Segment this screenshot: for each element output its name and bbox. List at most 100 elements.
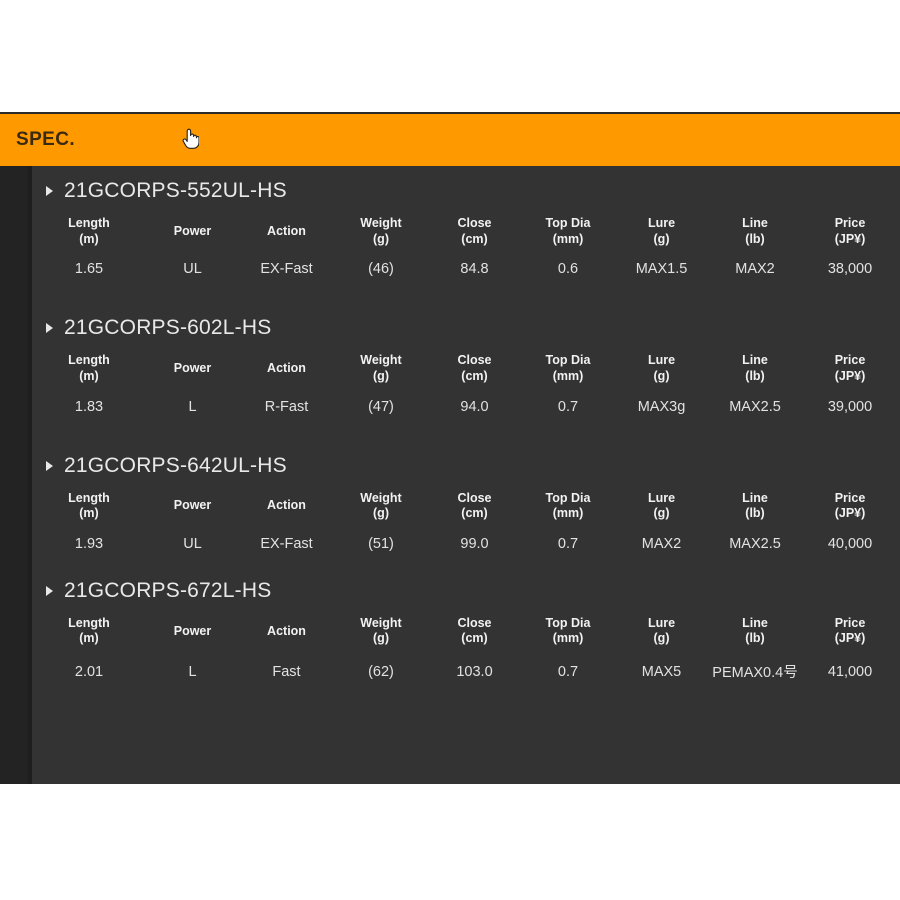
spec-value-cell: EX-Fast [260,261,313,278]
spec-panel: 21GCORPS-552UL-HS Length (m) Power Action Wei… [0,166,900,784]
column-header-unit: (JP¥) [834,631,866,646]
column-header: Lure (g) [615,610,708,651]
spec-value-cell: MAX1.5 [635,261,688,278]
spec-value-cell: MAX5 [641,663,682,680]
column-header-label: Weight [360,615,402,630]
column-header-label: Lure [647,216,676,230]
column-header: Price (JP¥) [802,347,898,388]
column-header: Power [146,610,239,651]
spec-value-cell: MAX2.5 [729,535,781,552]
column-header-unit: (m) [79,631,99,646]
column-header: Lure (g) [615,485,708,526]
column-header: Action [239,610,334,651]
product-spec-group: 21GCORPS-672L-HS Length (m) Power Action Weig… [32,572,900,688]
spec-value-cell: 94.0 [460,398,489,415]
column-header-unit: (g) [373,631,389,646]
product-toggle-row[interactable]: 21GCORPS-602L-HS [32,309,900,347]
column-header-label: Length [68,615,110,630]
spec-value-cell: EX-Fast [260,535,313,552]
column-header-label: Action [267,361,306,376]
column-header: Close (cm) [428,210,521,251]
column-header-unit: (cm) [461,368,488,383]
spec-value-cell: MAX2.5 [729,398,781,415]
spec-value-cell: L [188,398,197,415]
column-header: Power [146,347,239,388]
spec-value-cell: (51) [368,535,394,552]
table-row: 2.01 L Fast (62) 103.0 0.7 MAX5 PEMAX0.4号 41,000 [32,651,898,688]
product-model-name[interactable]: 21GCORPS-672L-HS [64,579,271,603]
column-header-unit: (m) [79,368,99,383]
page-bottom-whitespace [0,784,900,900]
spec-page: SPEC. 21GCORPS-552UL-HS Length (m) Power Act… [0,0,900,900]
column-header: Length (m) [32,610,146,651]
column-header-unit: (JP¥) [834,368,866,383]
column-header-label: Weight [360,490,402,505]
product-toggle-row[interactable]: 21GCORPS-552UL-HS [32,172,900,210]
column-header-label: Line [742,216,768,230]
column-header-label: Action [267,623,306,638]
column-header: Weight (g) [334,347,428,388]
column-header-label: Top Dia [545,353,591,368]
column-header-unit: (g) [373,506,389,521]
column-header-unit: (mm) [552,631,584,646]
column-header-label: Power [173,223,212,238]
column-header-label: Lure [647,615,676,630]
spec-value-cell: 1.93 [74,535,104,552]
column-header-label: Price [834,353,866,368]
product-toggle-row[interactable]: 21GCORPS-642UL-HS [32,447,900,485]
product-model-name[interactable]: 21GCORPS-552UL-HS [64,179,287,203]
spec-value-cell: 2.01 [74,663,104,680]
column-header-unit: (cm) [461,631,488,646]
spec-value-cell: 0.7 [557,398,579,415]
spec-value-cell: 99.0 [460,535,489,552]
product-toggle-row[interactable]: 21GCORPS-672L-HS [32,572,900,610]
column-header: Close (cm) [428,485,521,526]
page-top-whitespace [0,0,900,112]
column-header-label: Lure [647,490,676,505]
triangle-right-icon[interactable] [46,323,53,334]
column-header: Power [146,485,239,526]
spec-value-cell: UL [183,535,202,552]
column-header-unit: (g) [373,231,389,246]
column-header: Line (lb) [708,347,802,388]
column-header-unit: (mm) [552,231,584,246]
spec-value-cell: 1.83 [74,398,104,415]
spec-value-cell: 41,000 [827,663,873,680]
table-row: 1.83 L R-Fast (47) 94.0 0.7 MAX3g MAX2.5 39,000 [32,389,898,421]
column-header: Line (lb) [708,485,802,526]
column-header-label: Weight [360,216,402,230]
table-header-row: Length (m) Power Action Weight (g) Close (cm) To… [32,610,898,651]
column-header-label: Power [173,361,212,376]
column-header-label: Length [68,353,110,368]
column-header: Top Dia (mm) [521,485,615,526]
column-header: Top Dia (mm) [521,610,615,651]
column-header-label: Line [742,353,768,368]
spec-value-cell: 0.7 [557,663,579,680]
triangle-right-icon[interactable] [46,460,53,471]
column-header: Length (m) [32,485,146,526]
column-header-label: Action [267,223,306,238]
spec-value-cell: MAX2 [641,535,682,552]
triangle-right-icon[interactable] [46,585,53,596]
product-spec-list: 21GCORPS-552UL-HS Length (m) Power Action Wei… [32,166,900,784]
spec-value-cell: MAX3g [637,398,686,415]
spec-table: Length (m) Power Action Weight (g) Close (cm) To… [32,347,898,420]
column-header-unit: (g) [653,506,670,521]
column-header-label: Price [834,490,866,505]
column-header: Action [239,210,334,251]
column-header: Length (m) [32,347,146,388]
product-spec-group: 21GCORPS-552UL-HS Length (m) Power Action Wei… [32,172,900,283]
table-row: 1.93 UL EX-Fast (51) 99.0 0.7 MAX2 MAX2.5 40,000 [32,526,898,558]
product-model-name[interactable]: 21GCORPS-602L-HS [64,316,271,340]
product-model-name[interactable]: 21GCORPS-642UL-HS [64,454,287,478]
triangle-right-icon[interactable] [46,186,53,196]
spec-value-cell: (46) [368,261,394,278]
product-spec-group: 21GCORPS-602L-HS Length (m) Power Action Weig… [32,309,900,420]
column-header: Power [146,210,239,251]
table-header-row: Length (m) Power Action Weight (g) Close (cm) To… [32,210,898,251]
spec-value-cell: 1.65 [74,261,104,278]
column-header-unit: (lb) [745,368,765,383]
column-header-label: Length [68,216,110,230]
spec-value-cell: L [188,663,197,680]
column-header: Line (lb) [708,210,802,251]
